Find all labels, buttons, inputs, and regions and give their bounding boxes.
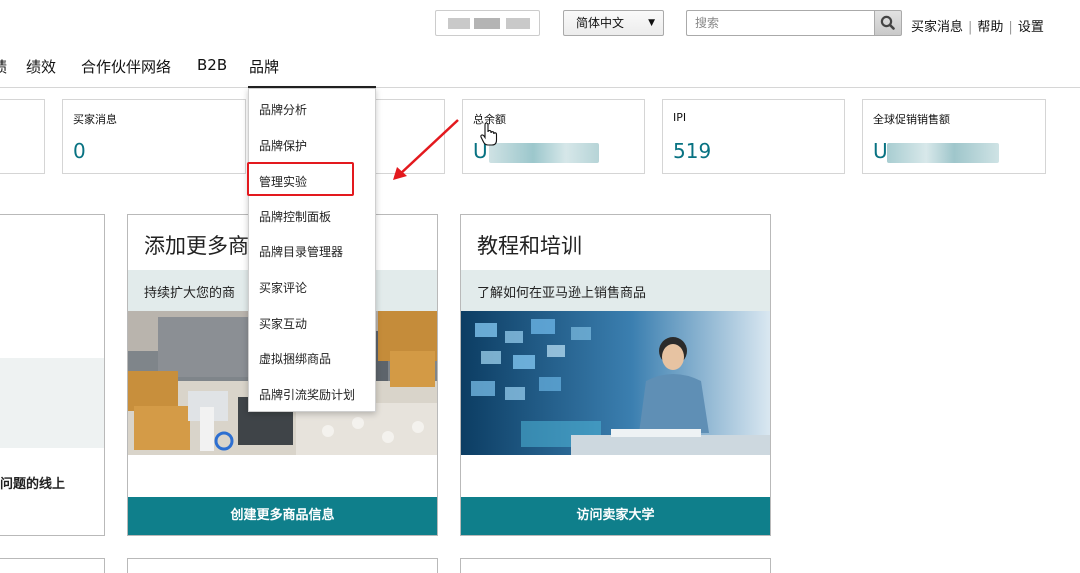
hand-cursor-icon — [480, 123, 498, 146]
annotation-arrow — [393, 119, 459, 180]
seller-central-page: 简体中文 ▼ 买家消息|帮助|设置 绩 绩效 合作伙伴网络 B2B 品牌 买家消… — [0, 0, 1080, 573]
